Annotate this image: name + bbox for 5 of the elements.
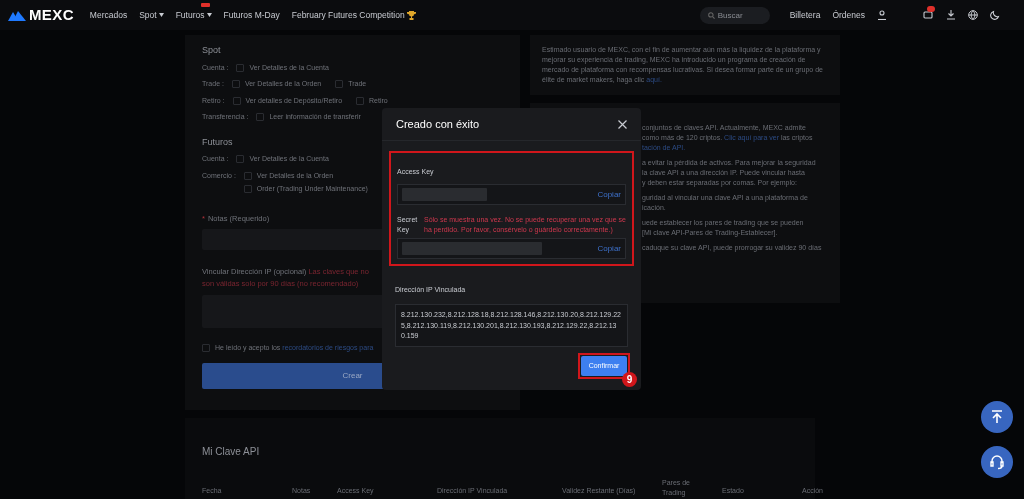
dialog-title: Creado con éxito [396,116,480,132]
section-title: Futuros [202,135,233,149]
section-title: Spot [202,44,221,57]
step-badge: 9 [622,372,637,387]
section-title: Mi Clave API [202,445,260,459]
